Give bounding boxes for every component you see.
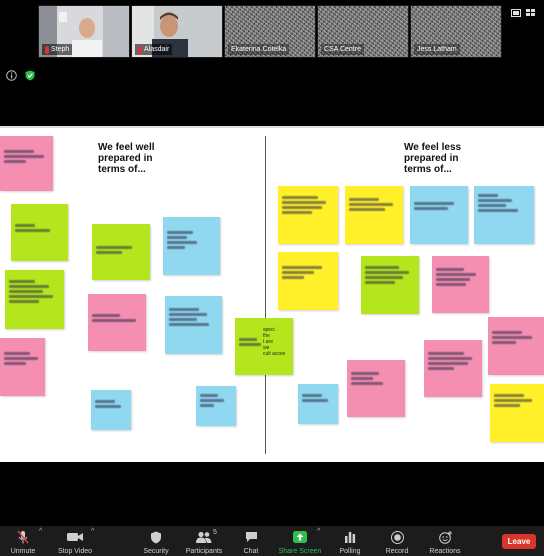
sticky-note xyxy=(88,294,146,351)
participant-tile-ekaterina[interactable]: Ekaterina Cotelka xyxy=(224,5,316,58)
sticky-note xyxy=(432,256,489,313)
muted-mic-icon xyxy=(45,45,49,54)
sticky-note xyxy=(488,317,544,375)
sticky-note xyxy=(11,204,68,261)
sticky-note xyxy=(278,252,338,310)
sticky-note xyxy=(91,390,131,430)
participants-button[interactable]: 5 Participants xyxy=(183,526,225,556)
participants-icon xyxy=(196,531,212,543)
participant-name-csa-centre: CSA Centre xyxy=(321,44,364,55)
shared-screen-whiteboard: We feel well prepared in terms of... We … xyxy=(0,126,544,462)
chat-bubble-icon xyxy=(245,532,257,542)
divider-line xyxy=(265,136,266,454)
sticky-note xyxy=(0,136,53,191)
sticky-note xyxy=(298,384,338,424)
info-icon[interactable] xyxy=(6,70,17,81)
gallery-view-icon[interactable] xyxy=(526,9,536,17)
meeting-info-bar xyxy=(0,64,544,88)
muted-mic-icon xyxy=(138,45,142,54)
reactions-button[interactable]: Reactions xyxy=(426,526,464,556)
sticky-note xyxy=(163,217,220,275)
sticky-note xyxy=(424,340,482,397)
video-strip: Steph Alasdair Ekaterina Cotelka CSA Cen… xyxy=(0,0,544,64)
participant-name-steph: Steph xyxy=(42,44,73,55)
encryption-shield-icon[interactable] xyxy=(25,70,35,81)
sticky-note xyxy=(5,270,64,329)
smiley-plus-icon xyxy=(438,530,452,544)
sticky-note xyxy=(278,186,338,244)
participant-name-alasdair: Alasdair xyxy=(135,44,173,55)
participants-count: 5 xyxy=(213,529,217,536)
leave-button[interactable]: Leave xyxy=(502,534,536,549)
participant-tile-jess[interactable]: Jess Latham xyxy=(410,5,502,58)
minimize-view-icon[interactable] xyxy=(511,9,521,17)
record-icon xyxy=(390,530,404,544)
participant-tile-steph[interactable]: Steph xyxy=(38,5,130,58)
sticky-note xyxy=(92,224,150,280)
sticky-note xyxy=(345,186,403,244)
share-options-chevron-icon[interactable]: ^ xyxy=(317,528,320,535)
sticky-note xyxy=(196,386,236,426)
partial-note-text: speci the t are we cult acces xyxy=(263,327,286,357)
heading-well-prepared: We feel well prepared in terms of... xyxy=(98,142,155,175)
muted-microphone-icon xyxy=(17,530,29,544)
participant-name-jess: Jess Latham xyxy=(414,44,460,55)
security-button[interactable]: Security xyxy=(138,526,174,556)
participant-tile-alasdair[interactable]: Alasdair xyxy=(131,5,223,58)
sticky-note xyxy=(0,338,45,396)
participant-tile-csa-centre[interactable]: CSA Centre xyxy=(317,5,409,58)
polling-bar-chart-icon xyxy=(345,532,356,543)
sticky-note xyxy=(410,186,468,244)
sticky-note xyxy=(490,384,544,442)
video-camera-icon xyxy=(67,533,83,541)
sticky-note xyxy=(361,256,419,314)
unmute-button[interactable]: Unmute xyxy=(4,526,42,556)
video-options-chevron-icon[interactable]: ^ xyxy=(91,528,94,535)
audio-options-chevron-icon[interactable]: ^ xyxy=(39,528,42,535)
sticky-note xyxy=(347,360,405,417)
heading-less-prepared: We feel less prepared in terms of... xyxy=(404,142,462,175)
participant-name-ekaterina: Ekaterina Cotelka xyxy=(228,44,290,55)
record-button[interactable]: Record xyxy=(382,526,412,556)
sticky-note-partial: speci the t are we cult acces xyxy=(235,318,293,375)
polling-button[interactable]: Polling xyxy=(334,526,366,556)
stop-video-button[interactable]: Stop Video xyxy=(54,526,96,556)
sticky-note xyxy=(474,186,534,244)
meeting-toolbar: Unmute ^ Stop Video ^ Security 5 Partici… xyxy=(0,526,544,556)
sticky-note xyxy=(165,296,222,354)
security-shield-icon xyxy=(151,531,161,543)
share-screen-arrow-icon xyxy=(293,531,307,543)
chat-button[interactable]: Chat xyxy=(238,526,264,556)
